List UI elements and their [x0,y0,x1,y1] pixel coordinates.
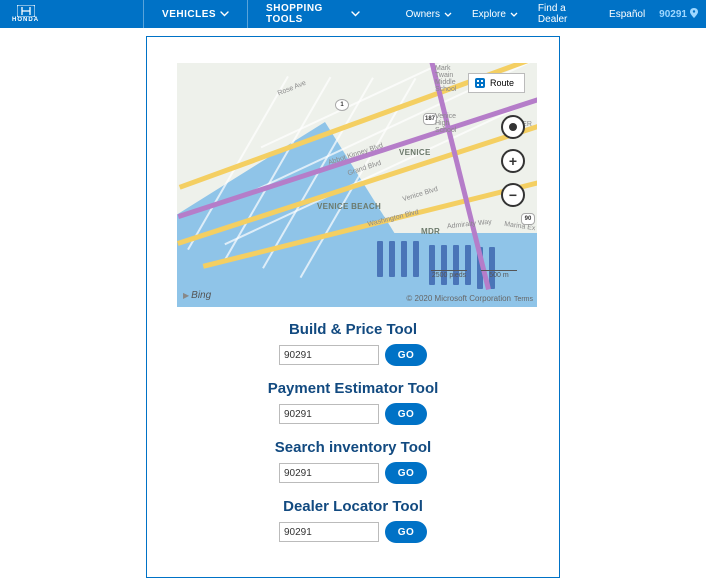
zip-input[interactable] [279,404,379,424]
tool-dealer-locator: Dealer Locator Tool GO [177,498,529,543]
route-shield-1: 1 [335,99,349,111]
map-route-label: Route [490,78,514,88]
map-scalebar-feet: 2500 pieds [431,270,467,279]
go-button[interactable]: GO [385,344,427,366]
map-route-button[interactable]: Route [468,73,525,93]
map-scalebar-meters: 500 m [481,270,517,279]
map-locate-button[interactable] [501,115,525,139]
map[interactable]: 1 187 90 VENICE VENICE BEACH MDR Mark Tw… [177,63,537,307]
nav-tab-label: VEHICLES [162,9,216,20]
tool-title: Search inventory Tool [177,439,529,456]
top-nav: HONDA VEHICLES SHOPPING TOOLS Owners Exp… [0,0,706,28]
tool-title: Dealer Locator Tool [177,498,529,515]
nav-link-label: Owners [406,9,440,20]
map-label-mdr: MDR [421,227,440,236]
location-pin-icon [690,8,698,21]
tool-title: Payment Estimator Tool [177,380,529,397]
nav-tab-vehicles[interactable]: VEHICLES [143,0,247,28]
brand-label: HONDA [12,17,39,23]
map-terms-link[interactable]: Terms [514,296,533,303]
map-label-venice-hs: Venice High School [435,113,456,134]
go-button[interactable]: GO [385,403,427,425]
nav-tab-label: SHOPPING TOOLS [266,3,347,25]
map-label-mark-twain: Mark Twain Middle School [435,65,456,93]
nav-tab-shopping-tools[interactable]: SHOPPING TOOLS [247,0,378,28]
tool-title: Build & Price Tool [177,321,529,338]
tools-card: 1 187 90 VENICE VENICE BEACH MDR Mark Tw… [146,36,560,578]
map-zoom-out-button[interactable]: − [501,183,525,207]
nav-link-language[interactable]: Español [599,9,655,20]
nav-link-find-dealer[interactable]: Find a Dealer [528,3,599,25]
nav-link-label: Explore [472,9,506,20]
go-button[interactable]: GO [385,521,427,543]
bing-logo: Bing [183,290,211,301]
nav-zip-label: 90291 [659,9,687,20]
chevron-down-icon [220,11,229,17]
go-button[interactable]: GO [385,462,427,484]
chevron-down-icon [351,11,360,17]
nav-link-explore[interactable]: Explore [462,9,528,20]
zip-input[interactable] [279,463,379,483]
nav-link-owners[interactable]: Owners [396,9,462,20]
map-label-venice: VENICE [399,148,431,157]
nav-zip[interactable]: 90291 [655,8,706,21]
honda-logo[interactable]: HONDA [0,5,51,23]
tool-payment-estimator: Payment Estimator Tool GO [177,380,529,425]
zip-input[interactable] [279,345,379,365]
chevron-down-icon [444,12,452,17]
map-zoom-in-button[interactable]: + [501,149,525,173]
map-copyright: © 2020 Microsoft Corporation [406,294,511,303]
honda-h-icon [17,5,35,17]
tool-search-inventory: Search inventory Tool GO [177,439,529,484]
map-label-venice-beach: VENICE BEACH [317,202,381,211]
zip-input[interactable] [279,522,379,542]
tool-build-price: Build & Price Tool GO [177,321,529,366]
chevron-down-icon [510,12,518,17]
